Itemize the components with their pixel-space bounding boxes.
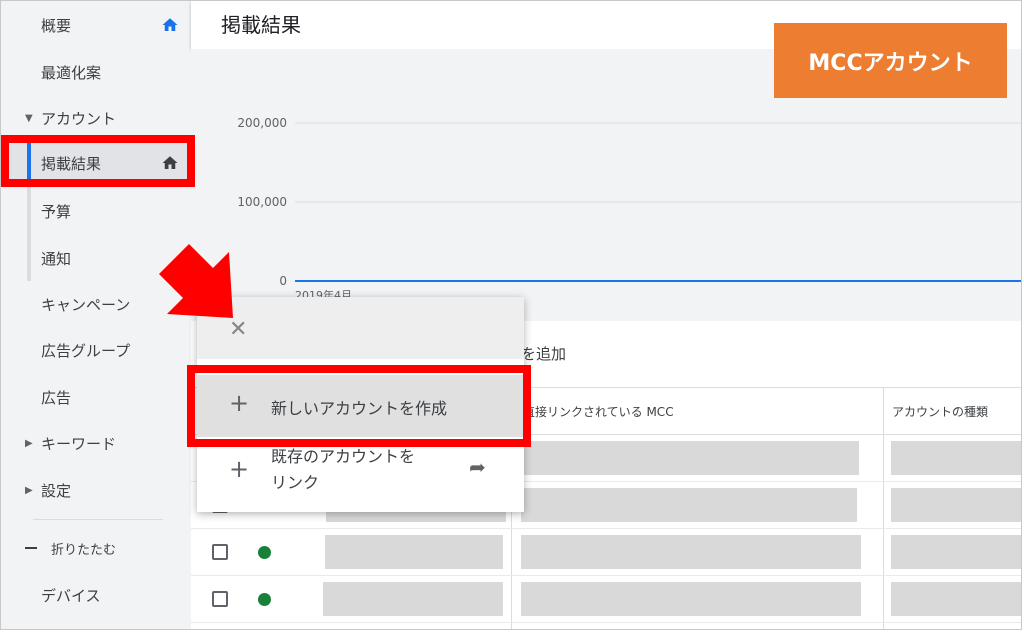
highlight-box-performance [1, 135, 195, 187]
sidebar-item-label: デバイス [41, 586, 101, 605]
table-row[interactable] [191, 529, 1021, 576]
sidebar-item-keywords[interactable]: ▶ キーワード [1, 421, 191, 465]
sidebar-item-ads[interactable]: 広告 [1, 375, 191, 419]
sidebar-item-label: 広告グループ [41, 341, 131, 360]
sidebar-item-overview[interactable]: 概要 [1, 3, 191, 47]
redacted-cell [521, 582, 861, 616]
highlight-box-create-account [187, 365, 531, 447]
y-tick-label: 100,000 [237, 195, 287, 209]
sidebar-item-label: 折りたたむ [51, 542, 117, 558]
caret-down-icon: ▼ [25, 112, 33, 124]
row-checkbox[interactable] [212, 591, 228, 607]
redacted-cell [891, 535, 1021, 569]
sidebar-item-label: 設定 [41, 481, 72, 500]
sidebar-item-label: 広告 [41, 388, 72, 407]
sidebar-item-adgroups[interactable]: 広告グループ [1, 328, 191, 372]
redacted-cell [521, 488, 857, 522]
sidebar-item-label: キャンペーン [41, 295, 131, 314]
screen-frame: 概要 最適化案 ▼ アカウント 掲載結果 予算 通知 キャンペーン 広告グループ [0, 0, 1022, 630]
sidebar-item-recommendations[interactable]: 最適化案 [1, 50, 191, 94]
y-tick-label: 0 [279, 274, 287, 288]
sidebar-item-label: 通知 [41, 249, 72, 268]
caret-right-icon: ▶ [25, 437, 33, 449]
column-header-direct-mcc[interactable]: 直接リンクされている MCC [523, 403, 674, 420]
minus-icon [25, 547, 37, 549]
page-title: 掲載結果 [221, 13, 301, 37]
sidebar-item-label: アカウント [41, 109, 117, 128]
link-existing-label-line2: リンク [271, 473, 320, 492]
row-checkbox[interactable] [212, 544, 228, 560]
link-existing-account-option[interactable]: + 既存のアカウントを リンク ➦ [197, 437, 524, 512]
sidebar-item-accounts[interactable]: ▼ アカウント [1, 96, 191, 140]
column-header-account-type[interactable]: アカウントの種類 [892, 403, 988, 420]
sidebar-item-label: 最適化案 [41, 63, 102, 82]
menu-close-bar: ✕ [197, 297, 524, 359]
sidebar-item-label: 概要 [41, 16, 72, 35]
redacted-cell [891, 441, 1021, 475]
sidebar-item-settings[interactable]: ▶ 設定 [1, 468, 191, 512]
redacted-cell [325, 535, 503, 569]
sidebar-item-label: 予算 [41, 202, 72, 221]
redacted-cell [891, 488, 1021, 522]
annotation-arrow-icon [159, 244, 233, 318]
caret-right-icon: ▶ [25, 484, 33, 496]
plus-icon: + [229, 455, 250, 483]
mcc-account-badge: MCCアカウント [774, 23, 1007, 98]
share-arrow-icon: ➦ [469, 455, 486, 479]
status-dot-icon [258, 593, 271, 606]
sidebar-item-budget[interactable]: 予算 [1, 189, 191, 233]
table-row[interactable] [191, 576, 1021, 623]
redacted-cell [521, 441, 859, 475]
add-account-link-text[interactable]: を追加 [521, 343, 566, 364]
sidebar-item-label: キーワード [41, 434, 117, 453]
sidebar-item-devices[interactable]: デバイス [1, 573, 191, 617]
y-tick-label: 200,000 [237, 116, 287, 130]
status-dot-icon [258, 546, 271, 559]
home-icon [162, 18, 178, 31]
redacted-cell [521, 535, 861, 569]
redacted-cell [891, 582, 1021, 616]
redacted-cell [323, 582, 503, 616]
sidebar-divider [33, 519, 163, 520]
